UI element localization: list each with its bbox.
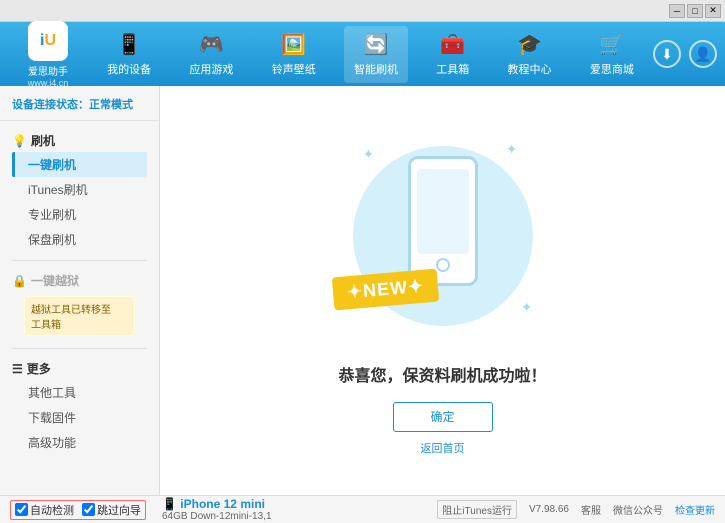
nav-item-mall[interactable]: 🛒 爱思商城: [580, 26, 644, 83]
nav-label-ringtones: 铃声壁纸: [272, 61, 316, 77]
success-illustration: ✦ ✦ ✦ ✦NEW✦: [343, 126, 543, 346]
nav-item-tutorial[interactable]: 🎓 教程中心: [498, 26, 562, 83]
tutorial-icon: 🎓: [517, 32, 542, 57]
device-phone-icon: 📱: [162, 497, 177, 511]
device-firmware: Down-12mini-13,1: [190, 511, 271, 522]
bottom-bar: 自动检测 跳过向导 📱 iPhone 12 mini 64GB Down-12m…: [0, 495, 725, 523]
nav-label-apps-games: 应用游戏: [189, 61, 233, 77]
device-status: 设备连接状态：正常模式: [0, 92, 159, 121]
sidebar-item-pro-flash[interactable]: 专业刷机: [12, 202, 147, 227]
flash-icon: 🔄: [364, 32, 389, 57]
itunes-stop-button[interactable]: 阻止iTunes运行: [437, 500, 517, 519]
star-icon-3: ✦: [521, 299, 533, 316]
sidebar-section-flash: 💡 刷机 一键刷机 iTunes刷机 专业刷机 保盘刷机: [0, 125, 159, 256]
check-update-link[interactable]: 检查更新: [675, 502, 715, 517]
title-bar: ─ □ ✕: [0, 0, 725, 22]
bottom-left: 自动检测 跳过向导 📱 iPhone 12 mini 64GB Down-12m…: [10, 497, 431, 522]
phone-screen: [417, 169, 469, 254]
nav-bar: iU 爱思助手 www.i4.cn 📱 我的设备 🎮 应用游戏 🖼️ 铃声壁纸 …: [0, 22, 725, 86]
jailbreak-warning: 越狱工具已转移至工具箱: [24, 296, 135, 336]
nav-item-apps-games[interactable]: 🎮 应用游戏: [179, 26, 243, 83]
sidebar-item-download-firmware[interactable]: 下载固件: [12, 405, 147, 430]
lock-icon: 🔒: [12, 274, 27, 288]
close-button[interactable]: ✕: [705, 4, 721, 18]
more-icon: ☰: [12, 362, 23, 376]
bottom-right: 阻止iTunes运行 V7.98.66 客服 微信公众号 检查更新: [437, 500, 715, 519]
logo-icon: iU: [28, 21, 68, 61]
app-logo: iU 爱思助手 www.i4.cn: [8, 21, 88, 88]
sidebar-item-other-tools[interactable]: 其他工具: [12, 380, 147, 405]
flash-section-header: 💡 刷机: [12, 129, 147, 152]
version-text: V7.98.66: [529, 504, 569, 515]
sidebar-divider-1: [12, 260, 147, 261]
sidebar-item-advanced[interactable]: 高级功能: [12, 430, 147, 455]
skip-wizard-checkbox-label[interactable]: 跳过向导: [82, 502, 141, 518]
sidebar: 设备连接状态：正常模式 💡 刷机 一键刷机 iTunes刷机 专业刷机 保盘刷机…: [0, 86, 160, 495]
account-button[interactable]: 👤: [689, 40, 717, 68]
download-button[interactable]: ⬇: [653, 40, 681, 68]
apps-icon: 🎮: [199, 32, 224, 57]
skip-wizard-checkbox[interactable]: [82, 503, 95, 516]
content-area: ✦ ✦ ✦ ✦NEW✦ 恭喜您，保资料刷机成功啦！ 确定 返回首页: [160, 86, 725, 495]
confirm-button[interactable]: 确定: [393, 402, 493, 432]
sidebar-item-one-key-flash[interactable]: 一键刷机: [12, 152, 147, 177]
nav-label-tutorial: 教程中心: [508, 61, 552, 77]
nav-right-controls: ⬇ 👤: [653, 40, 717, 68]
mall-icon: 🛒: [599, 32, 624, 57]
auto-start-checkbox-label[interactable]: 自动检测: [15, 502, 74, 518]
auto-start-label: 自动检测: [30, 502, 74, 518]
jailbreak-section-header: 🔒 一键越狱: [12, 269, 147, 292]
nav-label-mall: 爱思商城: [590, 61, 634, 77]
device-details: 64GB Down-12mini-13,1: [162, 511, 272, 522]
sidebar-section-more: ☰ 更多 其他工具 下载固件 高级功能: [0, 353, 159, 459]
nav-item-smart-flash[interactable]: 🔄 智能刷机: [344, 26, 408, 83]
nav-items: 📱 我的设备 🎮 应用游戏 🖼️ 铃声壁纸 🔄 智能刷机 🧰 工具箱 🎓 教程中…: [88, 26, 653, 83]
nav-label-smart-flash: 智能刷机: [354, 61, 398, 77]
device-info: 📱 iPhone 12 mini 64GB Down-12mini-13,1: [162, 497, 272, 522]
device-storage: 64GB: [162, 511, 188, 522]
window-controls[interactable]: ─ □ ✕: [669, 4, 721, 18]
illus-phone: [408, 156, 478, 286]
checkbox-group: 自动检测 跳过向导: [10, 500, 146, 520]
back-to-home-link[interactable]: 返回首页: [421, 440, 465, 456]
nav-label-toolbox: 工具箱: [436, 61, 469, 77]
star-icon-2: ✦: [506, 141, 518, 158]
sidebar-divider-2: [12, 348, 147, 349]
nav-item-toolbox[interactable]: 🧰 工具箱: [426, 26, 479, 83]
device-name: iPhone 12 mini: [180, 497, 265, 511]
flash-section-icon: 💡: [12, 134, 27, 148]
device-icon: 📱: [117, 32, 142, 57]
ringtones-icon: 🖼️: [281, 32, 306, 57]
sidebar-item-itunes-flash[interactable]: iTunes刷机: [12, 177, 147, 202]
sidebar-scroll: 💡 刷机 一键刷机 iTunes刷机 专业刷机 保盘刷机 🔒 一键越狱 越狱工具…: [0, 125, 159, 489]
phone-home-btn: [436, 258, 450, 272]
minimize-button[interactable]: ─: [669, 4, 685, 18]
nav-label-my-device: 我的设备: [107, 61, 151, 77]
auto-start-checkbox[interactable]: [15, 503, 28, 516]
star-icon-1: ✦: [363, 146, 375, 163]
maximize-button[interactable]: □: [687, 4, 703, 18]
logo-text: 爱思助手: [28, 63, 68, 78]
customer-service-link[interactable]: 客服: [581, 502, 601, 517]
wechat-link[interactable]: 微信公众号: [613, 502, 663, 517]
skip-wizard-label: 跳过向导: [97, 502, 141, 518]
main-layout: 设备连接状态：正常模式 💡 刷机 一键刷机 iTunes刷机 专业刷机 保盘刷机…: [0, 86, 725, 495]
more-section-header: ☰ 更多: [12, 357, 147, 380]
sidebar-item-save-flash[interactable]: 保盘刷机: [12, 227, 147, 252]
new-badge-text: ✦NEW✦: [346, 275, 425, 303]
sidebar-section-jailbreak: 🔒 一键越狱 越狱工具已转移至工具箱: [0, 265, 159, 344]
toolbox-icon: 🧰: [440, 32, 465, 57]
success-title: 恭喜您，保资料刷机成功啦！: [338, 362, 546, 386]
nav-item-my-device[interactable]: 📱 我的设备: [97, 26, 161, 83]
nav-item-ringtones[interactable]: 🖼️ 铃声壁纸: [262, 26, 326, 83]
